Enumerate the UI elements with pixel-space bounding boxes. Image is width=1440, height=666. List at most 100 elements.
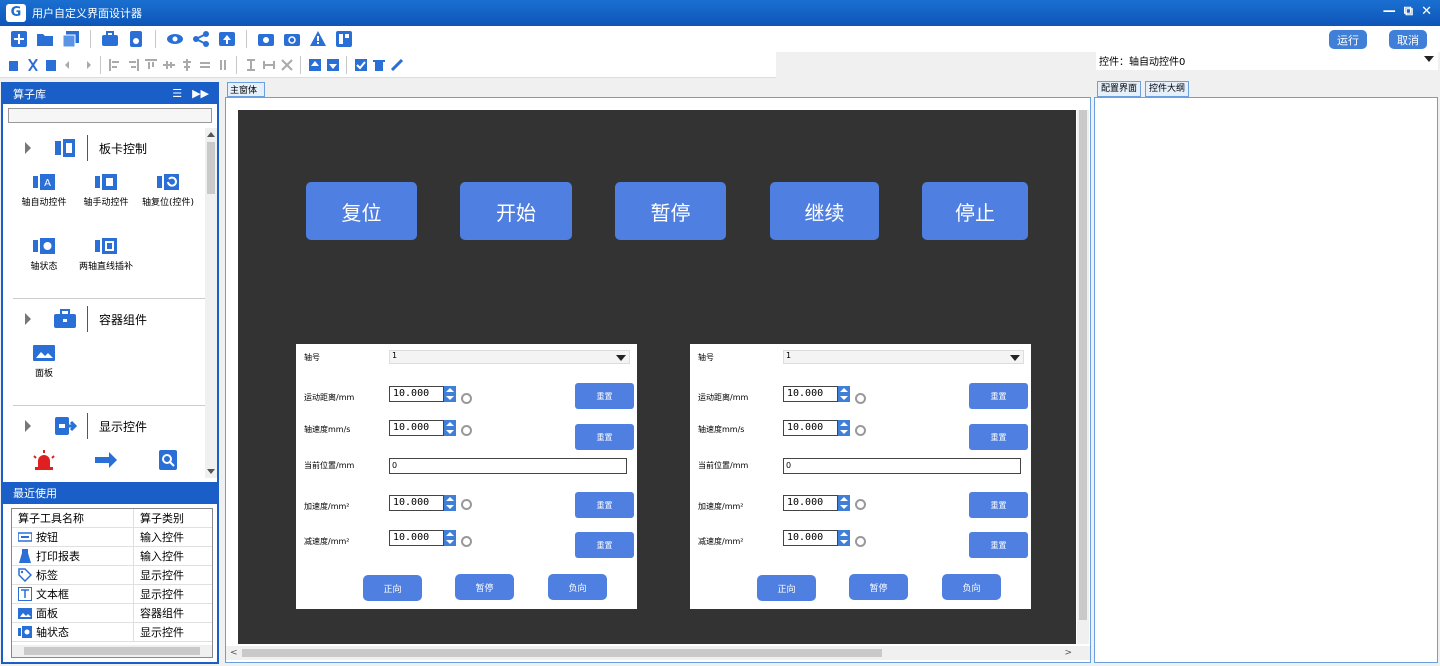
upload-button[interactable] [216, 28, 238, 50]
accel-radio[interactable] [461, 499, 472, 510]
clear-icon[interactable] [388, 55, 405, 75]
speed-reset-button[interactable]: 重置 [575, 424, 634, 450]
reverse-button[interactable]: 负向 [942, 574, 1001, 600]
axis-auto-control-panel[interactable]: 轴号 1 运动距离/mm 10.000 重置 轴速度mm/s 10.000 重置… [690, 344, 1031, 609]
operator-search-display[interactable] [137, 446, 199, 478]
speed-input[interactable]: 10.000 [783, 420, 838, 436]
operator-list-scrollbar[interactable] [205, 128, 217, 478]
speed-input[interactable]: 10.000 [389, 420, 444, 436]
bring-front-icon[interactable] [306, 55, 323, 75]
scroll-down-icon[interactable] [207, 469, 215, 474]
collapse-icon[interactable]: ▶▶ [192, 87, 209, 100]
start-button[interactable]: 开始 [460, 182, 572, 240]
operator-axis-auto[interactable]: A 轴自动控件 [13, 168, 75, 232]
table-row[interactable]: 轴状态 显示控件 [12, 623, 212, 642]
align-center-icon[interactable] [178, 55, 195, 75]
run-button[interactable]: 运行 [1329, 30, 1367, 49]
decel-input[interactable]: 10.000 [783, 530, 838, 546]
cut-icon[interactable] [24, 55, 41, 75]
accel-spinner[interactable] [444, 495, 456, 511]
speed-radio[interactable] [855, 425, 866, 436]
align-middle-icon[interactable] [160, 55, 177, 75]
decel-spinner[interactable] [444, 530, 456, 546]
accel-reset-button[interactable]: 重置 [575, 492, 634, 518]
continue-button[interactable]: 继续 [770, 182, 879, 240]
tab-main-window[interactable]: 主窗体 [227, 82, 265, 97]
close-button[interactable]: ✕ [1421, 4, 1432, 19]
decel-radio[interactable] [855, 536, 866, 547]
copy-window-button[interactable] [60, 28, 82, 50]
warning-icon[interactable] [307, 28, 329, 50]
scroll-left-icon[interactable]: < [230, 648, 238, 658]
axis-auto-control-panel[interactable]: 轴号 1 运动距离/mm 10.000 重置 轴速度mm/s 10.000 重置… [296, 344, 637, 609]
minimize-button[interactable]: — [1383, 4, 1396, 19]
distance-spinner[interactable] [838, 386, 850, 402]
layout-button[interactable] [333, 28, 355, 50]
speed-reset-button[interactable]: 重置 [969, 424, 1028, 450]
operator-alarm[interactable] [13, 446, 75, 478]
table-row[interactable]: 按钮 输入控件 [12, 528, 212, 547]
select-all-icon[interactable] [352, 55, 369, 75]
accel-spinner[interactable] [838, 495, 850, 511]
distance-reset-button[interactable]: 重置 [575, 383, 634, 409]
decel-spinner[interactable] [838, 530, 850, 546]
operator-axis-status[interactable]: 轴状态 [13, 232, 75, 296]
distance-reset-button[interactable]: 重置 [969, 383, 1028, 409]
accel-radio[interactable] [855, 499, 866, 510]
operator-axis-reset[interactable]: 轴复位(控件) [137, 168, 199, 232]
cancel-button[interactable]: 取消 [1389, 30, 1427, 49]
axis-pause-button[interactable]: 暂停 [849, 574, 908, 600]
same-size-icon[interactable] [278, 55, 295, 75]
align-left-icon[interactable] [106, 55, 123, 75]
align-top-icon[interactable] [142, 55, 159, 75]
design-canvas[interactable]: 复位 开始 暂停 继续 停止 轴号 1 运动距离/mm 10.000 重置 轴速… [238, 110, 1076, 644]
forward-button[interactable]: 正向 [363, 575, 422, 601]
new-file-button[interactable] [8, 28, 30, 50]
pause-button[interactable]: 暂停 [615, 182, 726, 240]
stop-button[interactable]: 停止 [922, 182, 1028, 240]
share-button[interactable] [190, 28, 212, 50]
delete-icon[interactable] [370, 55, 387, 75]
camera-settings-button[interactable] [281, 28, 303, 50]
speed-spinner[interactable] [444, 420, 456, 436]
scroll-right-icon[interactable]: > [1064, 648, 1072, 658]
redo-icon[interactable] [78, 55, 95, 75]
open-folder-button[interactable] [34, 28, 56, 50]
reverse-button[interactable]: 负向 [548, 574, 607, 600]
axis-number-select[interactable]: 1 [389, 350, 630, 364]
undo-icon[interactable] [60, 55, 77, 75]
table-row[interactable]: 打印报表 输入控件 [12, 547, 212, 566]
distribute-h-icon[interactable] [196, 55, 213, 75]
restore-button[interactable]: ⧉ [1404, 4, 1413, 19]
category-board-control[interactable]: 板卡控制 [3, 128, 217, 168]
distance-radio[interactable] [461, 393, 472, 404]
align-right-icon[interactable] [124, 55, 141, 75]
distance-spinner[interactable] [444, 386, 456, 402]
category-container[interactable]: 容器组件 [3, 299, 217, 339]
tab-outline[interactable]: 控件大纲 [1145, 81, 1190, 97]
forward-button[interactable]: 正向 [757, 575, 816, 601]
distance-radio[interactable] [855, 393, 866, 404]
axis-pause-button[interactable]: 暂停 [455, 574, 514, 600]
send-back-icon[interactable] [324, 55, 341, 75]
toolbox-button[interactable] [99, 28, 121, 50]
distance-input[interactable]: 10.000 [389, 386, 444, 402]
scroll-up-icon[interactable] [207, 132, 215, 137]
category-display[interactable]: 显示控件 [3, 406, 217, 446]
expand-icon[interactable] [25, 420, 31, 432]
table-row[interactable]: 标签 显示控件 [12, 566, 212, 585]
operator-two-axis-interp[interactable]: 两轴直线插补 [75, 232, 137, 296]
designer-horizontal-scrollbar[interactable]: < > [226, 646, 1090, 660]
accel-input[interactable]: 10.000 [389, 495, 444, 511]
same-height-icon[interactable] [242, 55, 259, 75]
table-row[interactable]: 面板 容器组件 [12, 604, 212, 623]
decel-reset-button[interactable]: 重置 [969, 532, 1028, 558]
copy-icon[interactable] [6, 55, 23, 75]
recent-table-scrollbar[interactable] [12, 645, 212, 657]
operator-search-input[interactable] [8, 108, 212, 123]
operator-arrow[interactable] [75, 446, 137, 478]
expand-icon[interactable] [25, 142, 31, 154]
preview-eye-button[interactable] [164, 28, 186, 50]
distance-input[interactable]: 10.000 [783, 386, 838, 402]
decel-input[interactable]: 10.000 [389, 530, 444, 546]
